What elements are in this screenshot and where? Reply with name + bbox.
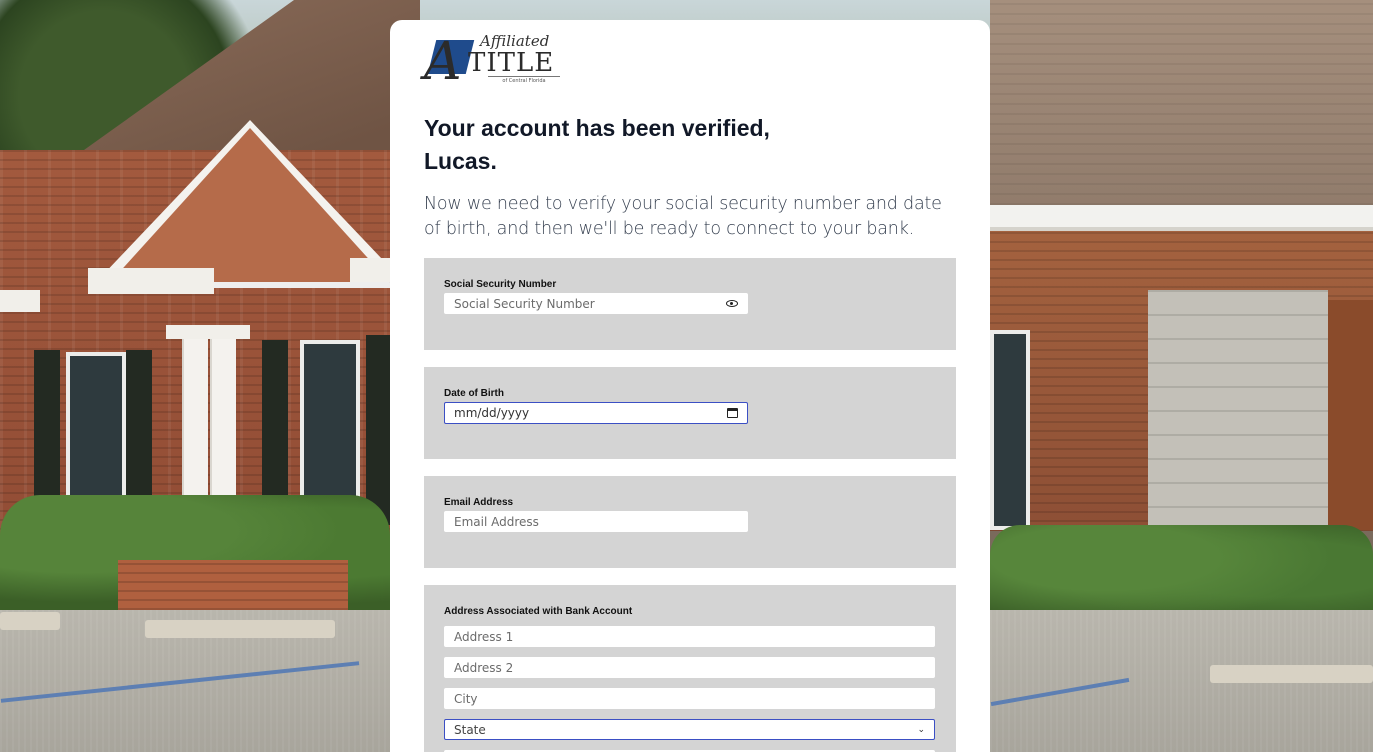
email-label: Email Address: [444, 497, 514, 508]
city-placeholder: City: [454, 691, 478, 706]
intro-text: Now we need to verify your social securi…: [424, 194, 942, 239]
ssn-label: Social Security Number: [444, 279, 557, 290]
ssn-input[interactable]: Social Security Number: [444, 293, 748, 314]
dob-placeholder: mm/dd/yyyy: [454, 406, 530, 420]
address-label: Address Associated with Bank Account: [444, 606, 633, 617]
email-placeholder: Email Address: [454, 514, 539, 529]
state-selected-value: State: [454, 722, 486, 737]
address2-field[interactable]: Address 2: [444, 657, 935, 678]
email-panel: Email Address Email Address: [424, 476, 956, 568]
dob-panel: Date of Birth mm/dd/yyyy: [424, 367, 956, 459]
address1-placeholder: Address 1: [454, 629, 514, 644]
affiliated-title-logo: A Affiliated TITLE of Central Florida: [424, 32, 564, 94]
chevron-down-icon: ⌄: [917, 724, 925, 735]
city-field[interactable]: City: [444, 688, 935, 709]
verification-card: A Affiliated TITLE of Central Florida Yo…: [390, 20, 990, 752]
dob-label: Date of Birth: [444, 388, 504, 399]
page-title: Your account has been verified, Lucas.: [424, 115, 770, 174]
email-field[interactable]: Email Address: [444, 511, 748, 532]
calendar-icon[interactable]: [727, 408, 738, 418]
state-select[interactable]: State ⌄: [444, 719, 935, 740]
dob-input[interactable]: mm/dd/yyyy: [444, 402, 748, 424]
address-panel: Address Associated with Bank Account Add…: [424, 585, 956, 752]
ssn-panel: Social Security Number Social Security N…: [424, 258, 956, 350]
address2-placeholder: Address 2: [454, 660, 514, 675]
address1-field[interactable]: Address 1: [444, 626, 935, 647]
ssn-placeholder: Social Security Number: [454, 296, 595, 311]
eye-icon[interactable]: [726, 300, 738, 307]
